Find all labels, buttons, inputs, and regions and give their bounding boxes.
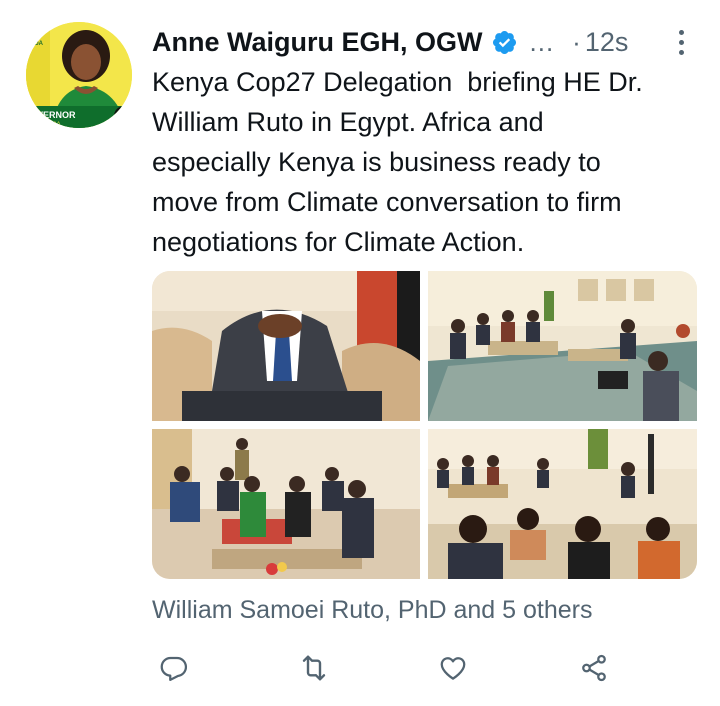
retweet-button[interactable] xyxy=(294,648,334,688)
more-options-icon[interactable] xyxy=(670,24,692,60)
photo-1-image xyxy=(152,271,420,421)
tweet-header: Anne Waiguru EGH, OGW ... · 12s xyxy=(152,20,697,64)
name-ellipsis: ... xyxy=(529,26,555,57)
avatar-image: OVERNOR RINYAGA UDA 202 xyxy=(26,22,132,128)
svg-text:RINYAGA: RINYAGA xyxy=(34,122,61,128)
like-button[interactable] xyxy=(433,648,473,688)
author-name[interactable]: Anne Waiguru EGH, OGW xyxy=(152,27,483,58)
reply-icon xyxy=(160,656,188,681)
svg-text:202: 202 xyxy=(117,114,129,121)
verified-badge-icon xyxy=(492,30,516,54)
photo-1[interactable] xyxy=(152,271,420,421)
svg-text:UDA: UDA xyxy=(30,41,44,47)
svg-text:OVERNOR: OVERNOR xyxy=(30,110,76,120)
timestamp[interactable]: 12s xyxy=(585,27,629,58)
reply-button[interactable] xyxy=(154,648,194,688)
photo-2-image xyxy=(428,271,697,421)
avatar[interactable]: OVERNOR RINYAGA UDA 202 xyxy=(26,22,132,128)
photo-4[interactable] xyxy=(428,429,697,579)
retweet-icon xyxy=(302,655,326,681)
media-grid xyxy=(152,271,697,579)
action-bar xyxy=(0,640,720,700)
share-button[interactable] xyxy=(574,648,614,688)
photo-2[interactable] xyxy=(428,271,697,421)
photo-4-image xyxy=(428,429,697,579)
separator-dot: · xyxy=(572,26,581,57)
photo-3-image xyxy=(152,429,420,579)
like-icon xyxy=(440,657,466,680)
liked-by-text[interactable]: William Samoei Ruto, PhD and 5 others xyxy=(152,596,592,625)
photo-3[interactable] xyxy=(152,429,420,579)
tweet-text: Kenya Cop27 Delegation briefing HE Dr. W… xyxy=(152,67,643,257)
share-icon xyxy=(582,654,606,682)
